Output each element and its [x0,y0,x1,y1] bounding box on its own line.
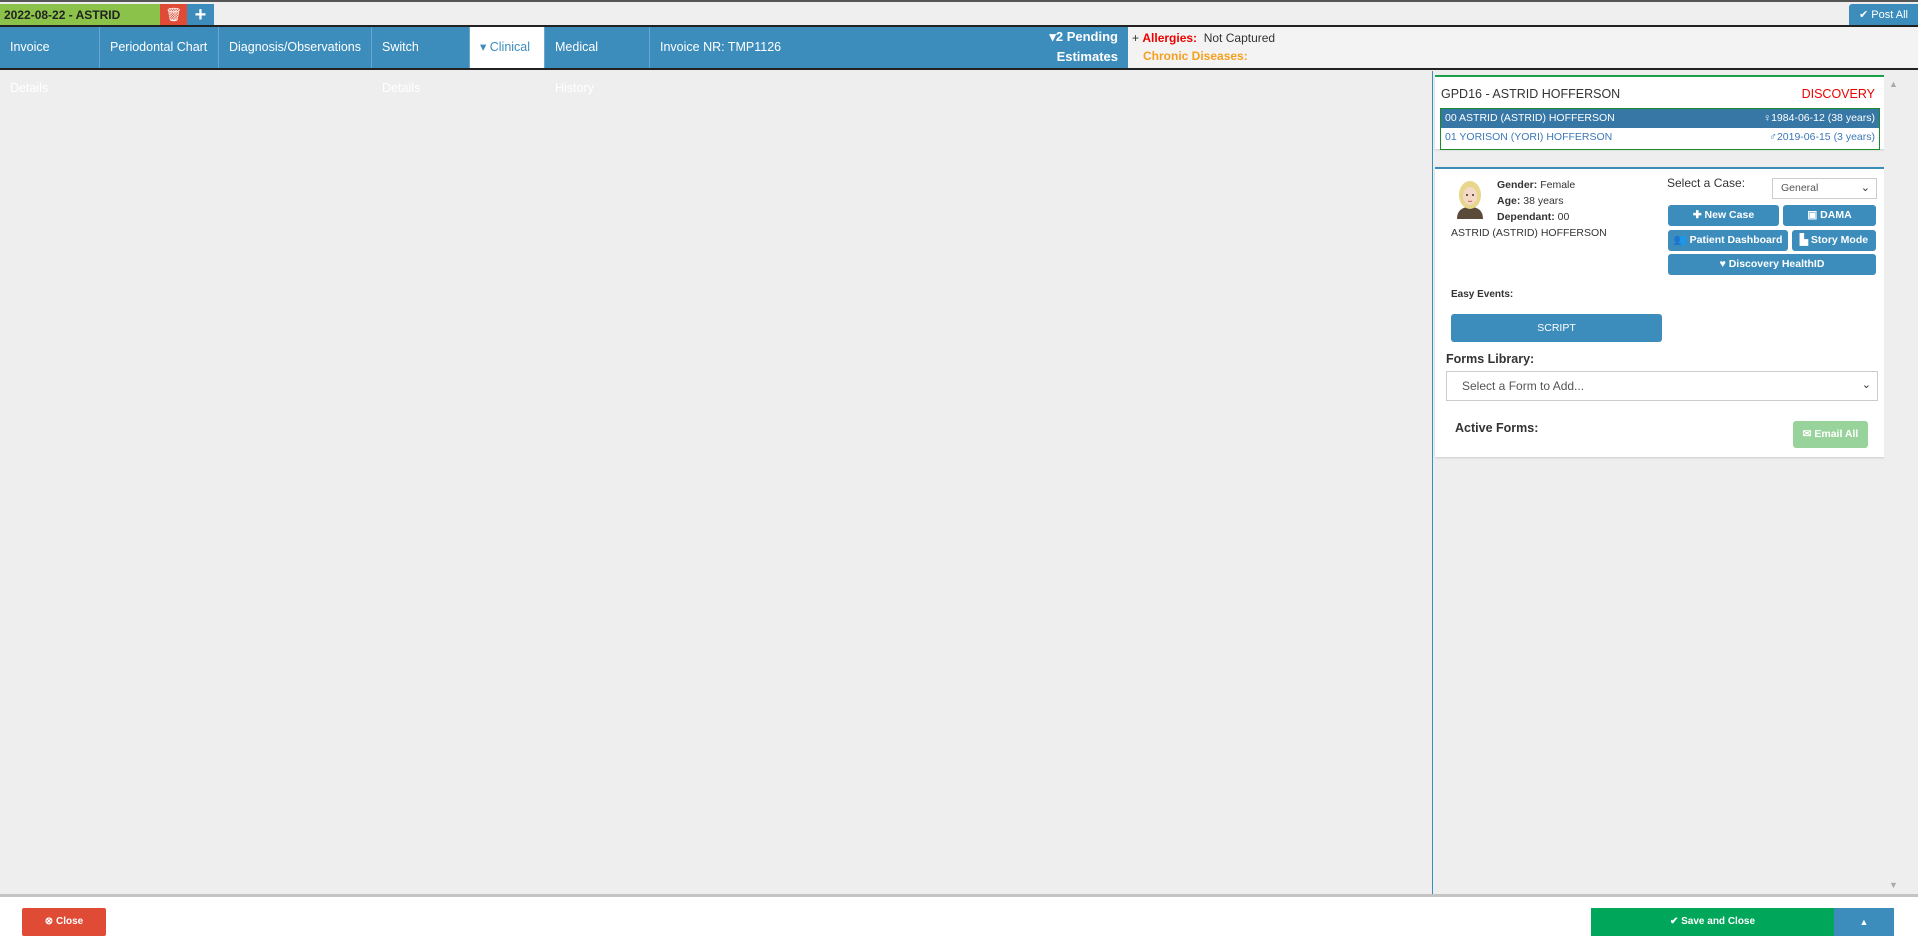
caret-up-icon: ▲ [1859,917,1869,927]
pending-estimates-toggle[interactable]: ▾2 Pending Estimates [1020,27,1128,68]
active-forms-label: Active Forms: [1455,421,1539,435]
patient-card: Gender: Female Age: 38 years Dependant: … [1435,167,1885,457]
save-close-label: Save and Close [1681,916,1756,927]
footer-bar: ⊗ Close ✔ Save and Close ▲ [0,894,1918,942]
trash-icon[interactable]: 🗑 [160,4,187,25]
tab-medical-history[interactable]: Medical History [545,27,650,95]
female-icon: ♀ [1763,112,1772,124]
family-member-list: 00 ASTRID (ASTRID) HOFFERSON ♀1984-06-12 … [1440,108,1880,150]
patient-name: ASTRID (ASTRID) HOFFERSON [1451,227,1607,239]
family-title: GPD16 - ASTRID HOFFERSON [1441,87,1621,101]
patient-dashboard-label: Patient Dashboard [1689,234,1783,246]
alerts-panel: + Allergies: Not Captured Chronic Diseas… [1128,27,1918,68]
users-icon: 👥 [1673,234,1690,246]
new-case-button[interactable]: ✚ New Case [1668,205,1779,226]
nav-bar: Invoice Details Periodontal Chart Diagno… [0,25,1918,95]
case-select[interactable]: General ⌄ [1772,178,1877,199]
new-case-label: New Case [1704,209,1755,221]
member-name: 01 YORISON (YORI) HOFFERSON [1445,131,1613,143]
family-member-row[interactable]: 00 ASTRID (ASTRID) HOFFERSON ♀1984-06-12 … [1441,109,1879,128]
scroll-down-icon[interactable]: ▼ [1884,880,1903,890]
discovery-healthid-button[interactable]: ♥ Discovery HealthID [1668,254,1876,275]
member-dob: 2019-06-15 (3 years) [1776,131,1875,143]
envelope-icon: ✉ [1802,428,1815,440]
allergies-value: Not Captured [1203,31,1276,45]
chevron-down-icon: ⌄ [1860,182,1870,194]
tab-switch-details[interactable]: Switch Details [372,27,470,95]
pending-label: 2 Pending [1055,29,1118,44]
invoice-number: Invoice NR: TMP1126 [660,40,782,54]
caret-down-icon: ▾ [480,40,490,54]
close-button[interactable]: ⊗ Close [22,908,106,936]
family-card: GPD16 - ASTRID HOFFERSON DISCOVERY 00 AS… [1435,75,1885,150]
check-circle-icon: ✔ [1669,916,1682,927]
scroll-up-icon[interactable]: ▲ [1884,79,1903,89]
patient-dashboard-button[interactable]: 👥 Patient Dashboard [1668,230,1788,251]
forms-select[interactable]: Select a Form to Add... ⌄ [1446,371,1878,401]
tab-clinical-label: Clinical [489,40,531,54]
male-icon: ♂ [1769,131,1777,143]
close-label: Close [55,916,84,927]
save-options-caret-button[interactable]: ▲ [1834,908,1894,936]
tab-diagnosis[interactable]: Diagnosis/Observations [219,27,372,68]
age-value: 38 years [1523,195,1564,207]
patient-panel: GPD16 - ASTRID HOFFERSON DISCOVERY 00 AS… [1432,71,1885,894]
easy-events-label: Easy Events: [1451,289,1514,300]
encounter-tab-label: 2022-08-22 - ASTRID [4,8,121,22]
gender-label: Gender: [1497,179,1538,191]
expand-alerts[interactable]: + [1132,31,1139,45]
plus-icon: ✚ [1692,209,1705,221]
scrollbar[interactable]: ▲ ▼ [1884,71,1903,894]
allergies-label: Allergies: [1142,31,1198,45]
script-button[interactable]: SCRIPT [1451,314,1662,342]
dama-button[interactable]: ▣ DAMA [1783,205,1876,226]
gender-value: Female [1540,179,1576,191]
encounter-tab[interactable]: 2022-08-22 - ASTRID [0,4,160,27]
story-mode-label: Story Mode [1810,234,1869,246]
family-member-row[interactable]: 01 YORISON (YORI) HOFFERSON ♂2019-06-15 (… [1441,128,1879,147]
tab-periodontal-chart[interactable]: Periodontal Chart [100,27,219,68]
forms-library-label: Forms Library: [1446,352,1535,366]
add-tab-button[interactable]: + [187,4,214,27]
story-mode-button[interactable]: ▙ Story Mode [1792,230,1876,251]
tab-clinical[interactable]: ▾ Clinical [470,27,545,68]
dama-label: DAMA [1820,209,1852,221]
select-case-label: Select a Case: [1667,176,1746,190]
save-and-close-button[interactable]: ✔ Save and Close [1591,908,1834,936]
check-circle-icon: ✔ [1859,9,1869,21]
close-circle-icon: ⊗ [44,916,56,927]
chevron-down-icon: ⌄ [1861,379,1871,391]
discovery-healthid-label: Discovery HealthID [1728,258,1825,270]
top-bar: 2022-08-22 - ASTRID 🗑 + ✔ Post All [0,0,1918,27]
post-all-label: Post All [1871,9,1908,21]
heart-icon: ♥ [1719,258,1729,270]
patient-avatar [1453,179,1487,219]
pending-label-2: Estimates [1056,49,1118,64]
member-dob: 1984-06-12 (38 years) [1771,112,1875,124]
chronic-diseases-label: Chronic Diseases: [1143,49,1248,63]
forms-placeholder: Select a Form to Add... [1462,379,1585,393]
case-value: General [1781,182,1819,194]
document-icon: ▣ [1807,209,1821,221]
email-all-label: Email All [1814,428,1859,440]
tab-invoice-details[interactable]: Invoice Details [0,27,100,95]
dependant-value: 00 [1557,211,1570,223]
story-icon: ▙ [1799,234,1811,246]
member-name: 00 ASTRID (ASTRID) HOFFERSON [1445,112,1615,124]
post-all-button[interactable]: ✔ Post All [1849,4,1918,27]
age-label: Age: [1497,195,1521,207]
dependant-label: Dependant: [1497,211,1555,223]
medical-scheme: DISCOVERY [1801,87,1875,101]
email-all-button[interactable]: ✉ Email All [1793,421,1868,448]
